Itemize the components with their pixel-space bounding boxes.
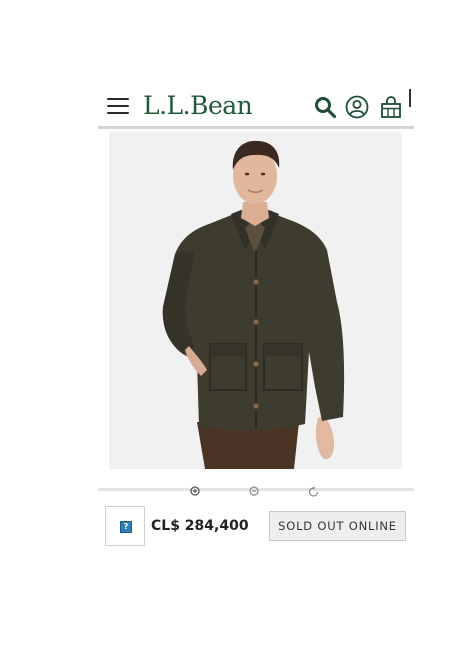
site-header: L.L.Bean <box>98 86 414 129</box>
scroll-indicator <box>409 89 411 107</box>
sold-out-button[interactable]: SOLD OUT ONLINE <box>269 511 406 541</box>
product-price: CL$ 284,400 <box>151 518 249 534</box>
zoom-in-icon[interactable] <box>190 486 202 498</box>
product-thumbnail[interactable]: ? <box>105 506 145 546</box>
account-icon[interactable] <box>345 95 369 119</box>
zoom-out-icon[interactable] <box>249 486 261 498</box>
logo[interactable]: L.L.Bean <box>143 89 253 123</box>
rotate-icon[interactable] <box>308 486 320 498</box>
shopping-bag-icon[interactable] <box>379 95 403 119</box>
product-image[interactable] <box>109 132 402 469</box>
missing-image-icon: ? <box>120 521 132 533</box>
search-icon[interactable] <box>313 95 337 119</box>
menu-icon[interactable] <box>107 97 129 115</box>
jacket-model-illustration <box>109 132 402 469</box>
